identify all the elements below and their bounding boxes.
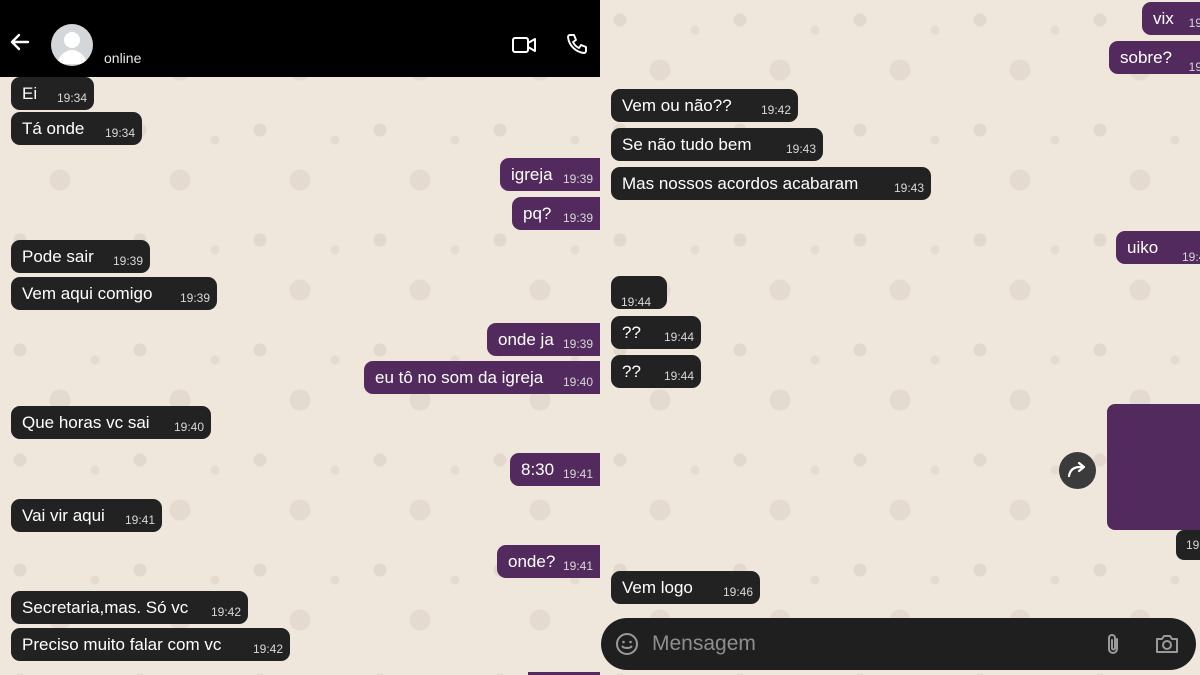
message-text: onde ja [498,330,554,349]
message-time: 19:40 [173,420,204,434]
chat-header: online [0,0,600,77]
message-bubble[interactable]: onde? 19:41 [497,545,600,578]
message-time: 19:41 [562,467,593,481]
contact-status: online [104,50,142,66]
message-bubble[interactable]: igreja 19:39 [500,158,600,191]
message-time: 19:39 [112,254,143,268]
message-time: 19:39 [562,211,593,225]
message-text: eu tô no som da igreja [375,368,544,387]
message-bubble[interactable]: eu tô no som da igreja 19:40 [364,361,600,394]
message-time: 19:44 [621,295,652,309]
message-text: Vai vir aqui [22,506,105,525]
message-time: 19:42 [760,103,791,117]
message-text: Que horas vc sai [22,413,150,432]
message-time: 19:39 [179,291,210,305]
message-input-bar[interactable]: Mensagem [601,618,1196,670]
message-time: 19:44 [663,330,694,344]
message-bubble[interactable]: Que horas vc sai 19:40 [11,406,211,439]
message-time: 19:42 [210,605,241,619]
message-bubble[interactable]: uiko 19:46 [1116,231,1200,264]
message-text: uiko [1127,238,1159,257]
message-bubble[interactable]: ?? 19:44 [611,316,701,349]
message-time: 19:46 [722,585,753,599]
message-time: 19:39 [562,172,593,186]
message-bubble[interactable]: Vem logo 19:46 [611,571,760,604]
message-text: Vem ou não?? [622,96,732,115]
message-time: 19 [1188,60,1200,74]
message-bubble[interactable]: Preciso muito falar com vc 19:42 [11,628,290,661]
message-bubble[interactable]: pq? 19:39 [512,197,600,230]
camera-icon[interactable] [1154,633,1180,655]
message-bubble[interactable]: vix 19 [1142,2,1200,35]
message-time: 19:41 [562,559,593,573]
message-bubble[interactable]: 8:30 19:41 [510,453,600,486]
message-text: Vem aqui comigo [22,284,153,303]
avatar-icon[interactable] [51,24,93,66]
message-time: 19:34 [104,126,135,140]
message-bubble[interactable]: Secretaria,mas. Só vc 19:42 [11,591,248,624]
message-bubble[interactable]: Ei 19:34 [11,77,94,110]
message-time: 19 [1186,538,1200,552]
message-time: 19:46 [1181,250,1200,264]
message-text: pq? [523,204,552,223]
message-bubble[interactable]: ?? 19:44 [611,355,701,388]
message-bubble[interactable]: Mas nossos acordos acabaram 19:43 [611,167,931,200]
message-time: 19:40 [562,375,593,389]
forward-icon[interactable] [1059,452,1096,489]
message-text: sobre? [1120,48,1172,67]
message-text: Secretaria,mas. Só vc [22,598,189,617]
message-text: Tá onde [22,119,85,138]
message-text: ?? [622,362,641,381]
message-time: 19:39 [562,337,593,351]
message-text: Vem logo [622,578,693,597]
message-time: 19:43 [785,142,816,156]
emoji-icon[interactable] [615,632,639,656]
message-bubble[interactable]: Vem aqui comigo 19:39 [11,277,217,310]
back-arrow-icon[interactable] [8,30,32,54]
message-text: Se não tudo bem [622,135,752,154]
phone-call-icon[interactable] [565,32,589,56]
message-time: 19:42 [252,642,283,656]
message-bubble[interactable]: 19 [1176,530,1200,560]
video-call-icon[interactable] [511,33,537,57]
message-bubble[interactable]: Tá onde 19:34 [11,112,142,145]
message-bubble[interactable]: Vem ou não?? 19:42 [611,89,798,122]
message-bubble[interactable]: sobre? 19 [1109,41,1200,74]
message-time: 19:43 [893,181,924,195]
message-text: vix [1153,9,1174,28]
attach-icon[interactable] [1104,632,1122,656]
message-text: Ei [22,84,38,103]
message-time: 19 [1188,16,1200,30]
message-bubble[interactable]: Pode sair 19:39 [11,240,150,273]
message-input[interactable]: Mensagem [652,632,756,656]
message-bubble[interactable]: onde ja 19:39 [487,323,600,356]
message-bubble[interactable]: Vai vir aqui 19:41 [11,499,162,532]
message-text: Mas nossos acordos acabaram [622,174,859,193]
message-time: 19:41 [124,513,155,527]
left-chat-screenshot: online Ei 19:34 Tá onde 19:34 igreja 19:39 … [0,0,600,675]
message-bubble[interactable]: Se não tudo bem 19:43 [611,128,823,161]
message-text: igreja [511,165,553,184]
message-time: 19:34 [56,91,87,105]
message-text: Pode sair [22,247,94,266]
message-text: Preciso muito falar com vc [22,635,222,654]
message-text: onde? [508,552,556,571]
media-message[interactable] [1107,404,1200,530]
message-text: ?? [622,323,641,342]
message-time: 19:44 [663,369,694,383]
message-bubble[interactable]: 19:44 [611,276,667,309]
message-text: 8:30 [521,460,555,479]
